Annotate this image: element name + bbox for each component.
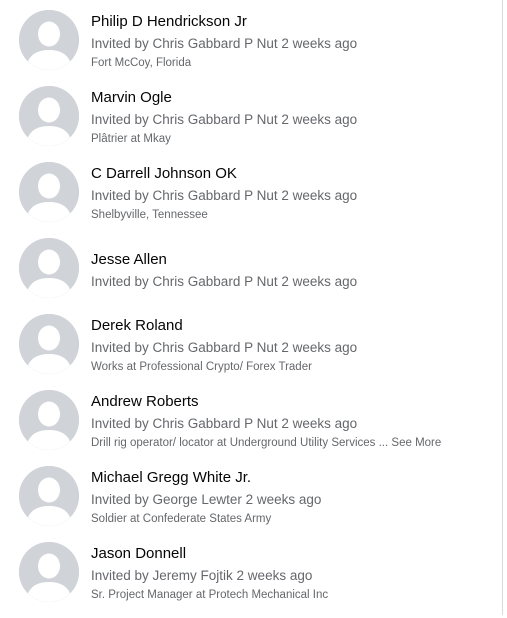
invited-by-text: Invited by Chris Gabbard P Nut 2 weeks a…: [91, 340, 358, 355]
member-name[interactable]: C Darrell Johnson OK: [91, 165, 496, 183]
list-item[interactable]: Philip D Hendrickson Jr Invited by Chris…: [0, 10, 500, 86]
avatar[interactable]: [19, 162, 79, 222]
list-item[interactable]: Michael Gregg White Jr. Invited by Georg…: [0, 466, 500, 542]
member-info: Jason Donnell Invited by Jeremy Fojtik 2…: [91, 545, 496, 603]
default-avatar-icon: [19, 86, 79, 146]
avatar[interactable]: [19, 238, 79, 298]
avatar[interactable]: [19, 10, 79, 70]
list-item[interactable]: Jason Donnell Invited by Jeremy Fojtik 2…: [0, 542, 500, 618]
list-item[interactable]: Derek Roland Invited by Chris Gabbard P …: [0, 314, 500, 390]
invited-by-text: Invited by Jeremy Fojtik 2 weeks ago: [91, 568, 313, 583]
member-detail: Drill rig operator/ locator at Undergrou…: [91, 436, 496, 451]
member-detail: Works at Professional Crypto/ Forex Trad…: [91, 361, 312, 373]
invited-by-text: Invited by George Lewter 2 weeks ago: [91, 492, 322, 507]
see-more-link[interactable]: See More: [391, 437, 441, 449]
member-name[interactable]: Andrew Roberts: [91, 393, 496, 411]
member-info: Marvin Ogle Invited by Chris Gabbard P N…: [91, 89, 496, 147]
avatar[interactable]: [19, 314, 79, 374]
invited-by-text: Invited by Chris Gabbard P Nut 2 weeks a…: [91, 416, 358, 431]
default-avatar-icon: [19, 10, 79, 70]
invited-by-text: Invited by Chris Gabbard P Nut 2 weeks a…: [91, 36, 358, 51]
default-avatar-icon: [19, 542, 79, 602]
member-detail: Plâtrier at Mkay: [91, 133, 171, 145]
list-item[interactable]: C Darrell Johnson OK Invited by Chris Ga…: [0, 162, 500, 238]
invited-by-text: Invited by Chris Gabbard P Nut 2 weeks a…: [91, 274, 358, 289]
avatar[interactable]: [19, 466, 79, 526]
avatar[interactable]: [19, 86, 79, 146]
member-name[interactable]: Marvin Ogle: [91, 89, 496, 107]
member-name[interactable]: Philip D Hendrickson Jr: [91, 13, 496, 31]
default-avatar-icon: [19, 390, 79, 450]
invited-by-text: Invited by Chris Gabbard P Nut 2 weeks a…: [91, 112, 358, 127]
list-item[interactable]: Marvin Ogle Invited by Chris Gabbard P N…: [0, 86, 500, 162]
member-detail: Fort McCoy, Florida: [91, 57, 192, 69]
member-info: Philip D Hendrickson Jr Invited by Chris…: [91, 13, 496, 71]
list-item[interactable]: Andrew Roberts Invited by Chris Gabbard …: [0, 390, 500, 466]
member-detail: Soldier at Confederate States Army: [91, 513, 272, 525]
avatar[interactable]: [19, 542, 79, 602]
member-detail: Sr. Project Manager at Protech Mechanica…: [91, 589, 329, 601]
member-name[interactable]: Jesse Allen: [91, 251, 496, 269]
member-name[interactable]: Derek Roland: [91, 317, 496, 335]
default-avatar-icon: [19, 314, 79, 374]
default-avatar-icon: [19, 466, 79, 526]
member-info: Michael Gregg White Jr. Invited by Georg…: [91, 469, 496, 527]
member-detail: Shelbyville, Tennessee: [91, 209, 208, 221]
default-avatar-icon: [19, 238, 79, 298]
invited-by-text: Invited by Chris Gabbard P Nut 2 weeks a…: [91, 188, 358, 203]
member-list-panel: Philip D Hendrickson Jr Invited by Chris…: [0, 0, 503, 615]
member-detail-text: Drill rig operator/ locator at Undergrou…: [91, 437, 389, 449]
avatar[interactable]: [19, 390, 79, 450]
member-info: Derek Roland Invited by Chris Gabbard P …: [91, 317, 496, 375]
member-info: Jesse Allen Invited by Chris Gabbard P N…: [91, 251, 496, 290]
default-avatar-icon: [19, 162, 79, 222]
member-name[interactable]: Jason Donnell: [91, 545, 496, 563]
member-name[interactable]: Michael Gregg White Jr.: [91, 469, 496, 487]
list-item[interactable]: Jesse Allen Invited by Chris Gabbard P N…: [0, 238, 500, 314]
member-info: C Darrell Johnson OK Invited by Chris Ga…: [91, 165, 496, 223]
member-info: Andrew Roberts Invited by Chris Gabbard …: [91, 393, 496, 451]
